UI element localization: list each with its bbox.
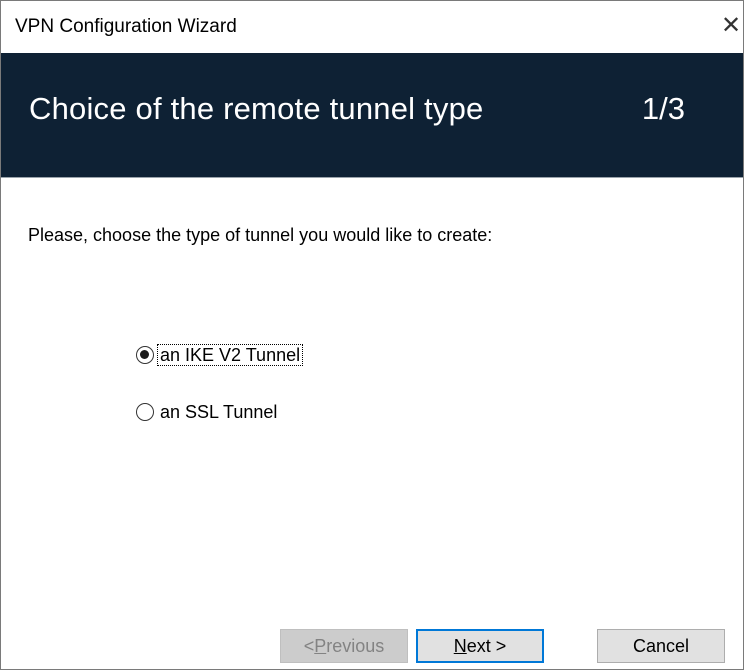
previous-button[interactable]: < Previous: [280, 629, 408, 663]
radio-label-ike-v2[interactable]: an IKE V2 Tunnel: [156, 344, 304, 366]
cancel-button[interactable]: Cancel: [597, 629, 725, 663]
title-bar[interactable]: VPN Configuration Wizard ✕: [1, 1, 743, 53]
previous-label-rest: revious: [326, 635, 385, 656]
radio-ike-v2-tunnel[interactable]: an IKE V2 Tunnel: [136, 344, 304, 366]
wizard-banner: Choice of the remote tunnel type 1/3: [1, 53, 743, 177]
radio-checked-icon[interactable]: [136, 346, 154, 364]
previous-prefix: <: [303, 635, 315, 656]
next-button[interactable]: Next >: [416, 629, 544, 663]
radio-ssl-tunnel[interactable]: an SSL Tunnel: [136, 402, 279, 422]
step-indicator: 1/3: [641, 91, 685, 126]
next-label-rest: ext >: [466, 635, 507, 656]
radio-label-ssl[interactable]: an SSL Tunnel: [158, 402, 279, 422]
vpn-wizard-window: VPN Configuration Wizard ✕ Choice of the…: [0, 0, 744, 670]
previous-access-key: P: [314, 635, 327, 656]
instruction-text: Please, choose the type of tunnel you wo…: [28, 225, 493, 245]
close-icon[interactable]: ✕: [719, 13, 743, 39]
banner-divider: [1, 177, 743, 178]
next-access-key: N: [453, 635, 467, 656]
page-title: Choice of the remote tunnel type: [29, 91, 484, 126]
radio-unchecked-icon[interactable]: [136, 403, 154, 421]
window-title: VPN Configuration Wizard: [15, 16, 237, 37]
